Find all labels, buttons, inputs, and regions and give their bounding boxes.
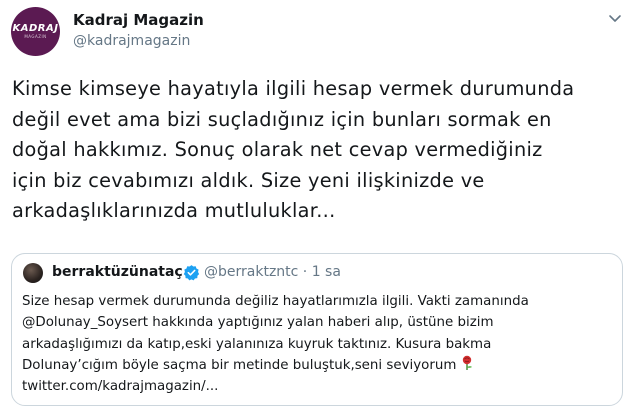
quoted-author-name: berraktüzünataç bbox=[52, 264, 183, 280]
chevron-down-icon[interactable] bbox=[607, 10, 623, 26]
quoted-tweet[interactable]: berraktüzünataç @berraktzntc · 1 sa Size… bbox=[11, 253, 623, 406]
tweet-text-line: için biz cevabımızı aldık. Size yeni ili… bbox=[12, 168, 485, 192]
author-handle[interactable]: @kadrajmagazin bbox=[73, 33, 190, 49]
tweet-text-line: değil evet ama bizi suçladığınız için bu… bbox=[12, 107, 552, 131]
avatar-logo-text: KADRAJ bbox=[12, 23, 59, 34]
verified-badge-icon bbox=[183, 265, 200, 281]
tweet-text: Kimse kimseye hayatıyla ilgili hesap ver… bbox=[12, 74, 632, 227]
quoted-handle-time: @berraktzntc · 1 sa bbox=[204, 264, 341, 280]
quoted-text-line: @Dolunay_Soysert hakkında yaptığınız yal… bbox=[22, 315, 494, 331]
tweet-text-line: arkadaşlıklarınızda mutluluklar... bbox=[12, 199, 336, 222]
avatar-logo-subtext: MAGAZIN bbox=[24, 34, 47, 39]
author-name[interactable]: Kadraj Magazin bbox=[73, 11, 204, 29]
quoted-text-line-with-emoji: Dolunay’cığım böyle saçma bir metinde bu… bbox=[22, 355, 618, 376]
tweet-card: KADRAJ MAGAZIN Kadraj Magazin @kadrajmag… bbox=[0, 0, 635, 414]
rose-emoji-icon bbox=[463, 355, 473, 370]
quoted-text-line: Size hesap vermek durumunda değiliz haya… bbox=[22, 294, 529, 309]
quoted-author-avatar bbox=[23, 263, 43, 283]
quoted-text-line: arkadaşlığımızı da katıp,eski yalanınıza… bbox=[22, 336, 492, 352]
tweet-text-line: doğal hakkımız. Sonuç olarak net cevap v… bbox=[12, 138, 543, 161]
quoted-link[interactable]: twitter.com/kadrajmagazin/... bbox=[22, 376, 618, 397]
tweet-text-line: Kimse kimseye hayatıyla ilgili hesap ver… bbox=[12, 77, 575, 100]
quoted-text: Size hesap vermek durumunda değiliz haya… bbox=[22, 291, 618, 397]
quoted-text-line: Dolunay’cığım böyle saçma bir metinde bu… bbox=[22, 357, 457, 373]
author-avatar[interactable]: KADRAJ MAGAZIN bbox=[11, 7, 60, 56]
